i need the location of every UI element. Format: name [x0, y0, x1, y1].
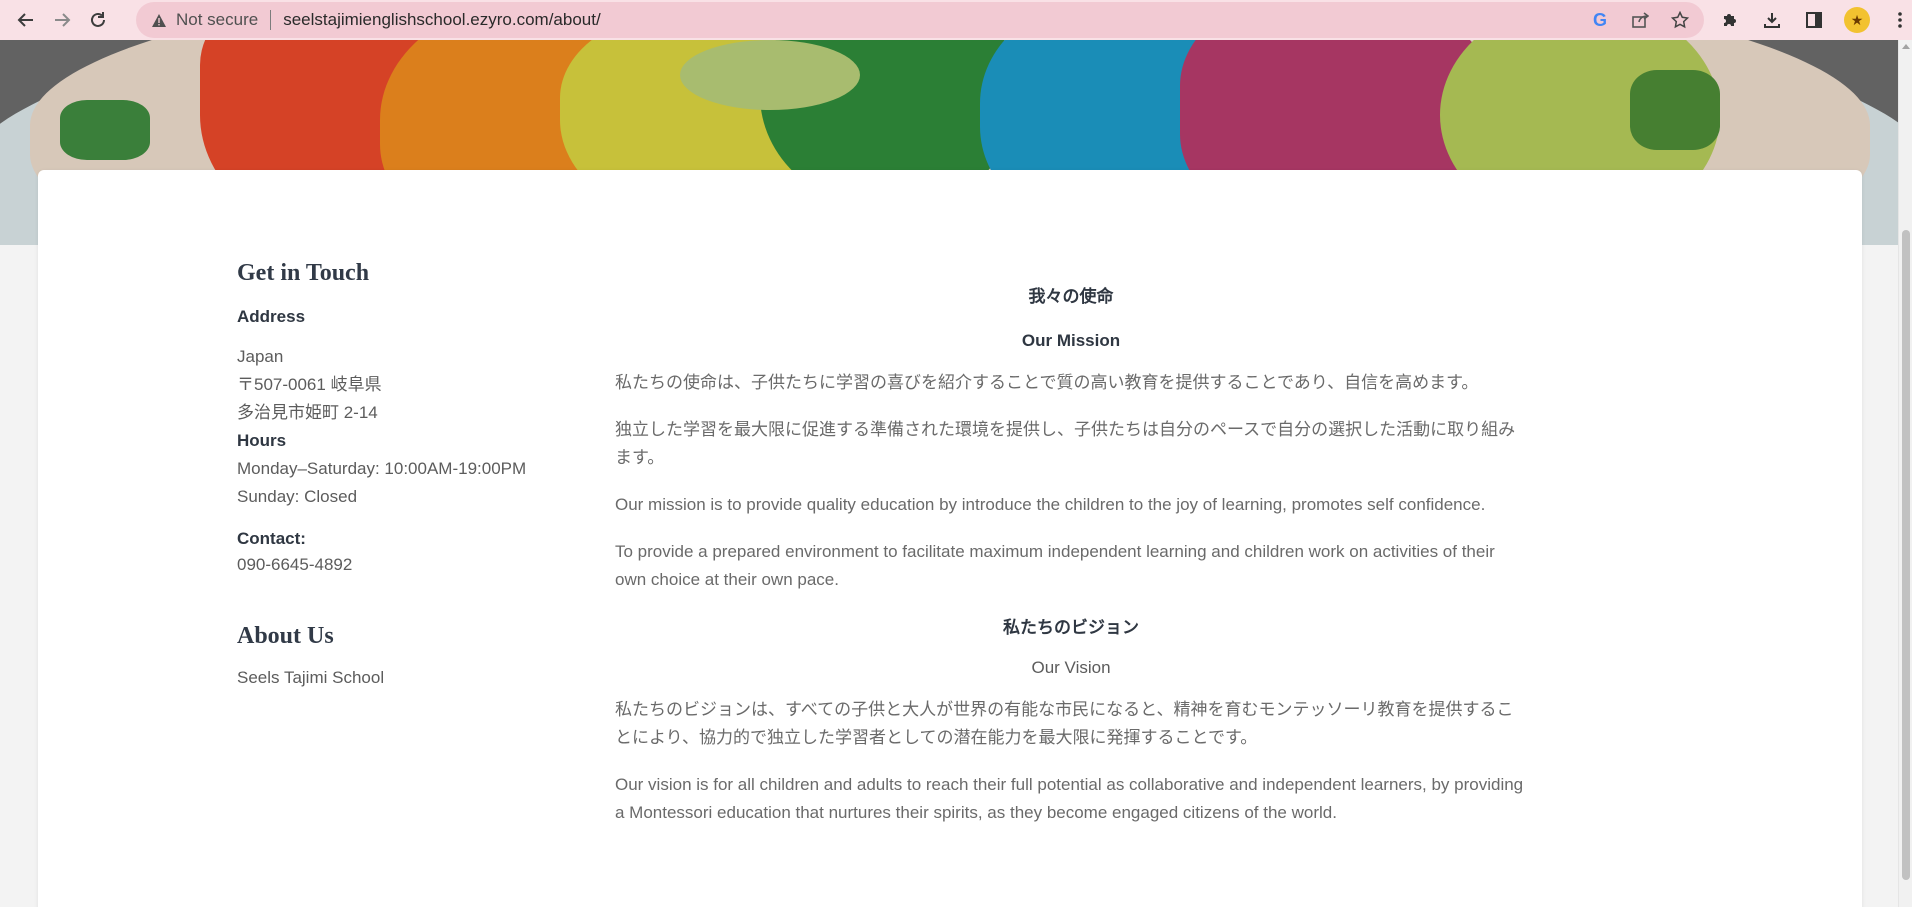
not-secure-label[interactable]: Not secure [176, 10, 258, 30]
forward-arrow-icon[interactable] [44, 2, 80, 38]
hours-label: Hours [237, 431, 287, 450]
mission-para1-en: Our mission is to provide quality educat… [615, 495, 1486, 514]
mission-heading-en: Our Mission [1021, 331, 1121, 350]
url-text[interactable]: seelstajimienglishschool.ezyro.com/about… [283, 10, 601, 30]
mission-para1-ja: 私たちの使命は、子供たちに学習の喜びを紹介することで質の高い教育を提供することで… [615, 373, 1479, 392]
mission-vision-section: 我々の使命 Our Mission 私たちの使命は、子供たちに学習の喜びを紹介す… [615, 282, 1527, 827]
reload-icon[interactable] [80, 2, 116, 38]
warning-icon [150, 11, 168, 29]
extensions-puzzle-icon[interactable] [1718, 8, 1742, 32]
google-lens-icon[interactable]: G [1588, 8, 1612, 32]
scroll-up-icon[interactable] [1902, 44, 1910, 49]
download-icon[interactable] [1760, 8, 1784, 32]
mission-para2-en: To provide a prepared environment to fac… [615, 542, 1495, 589]
profile-avatar-icon[interactable]: ★ [1844, 7, 1870, 33]
page-scrollbar[interactable] [1898, 40, 1912, 907]
address-postal: 〒507-0061 岐阜県 [237, 375, 382, 394]
contact-label: Contact: [237, 529, 306, 548]
phone-number[interactable]: 090-6645-4892 [237, 551, 577, 579]
address-street: 多治見市姫町 2-14 [237, 403, 378, 422]
address-country: Japan [237, 347, 284, 366]
back-arrow-icon[interactable] [8, 2, 44, 38]
divider [270, 10, 272, 30]
more-menu-icon[interactable] [1888, 8, 1912, 32]
scroll-thumb[interactable] [1902, 230, 1910, 880]
side-panel-icon[interactable] [1802, 8, 1826, 32]
vision-heading-ja: 私たちのビジョン [1003, 618, 1139, 637]
vision-para-en: Our vision is for all children and adult… [615, 775, 1524, 822]
vision-para-ja: 私たちのビジョンは、すべての子供と大人が世界の有能な市民になると、精神を育むモン… [615, 700, 1514, 747]
share-icon[interactable] [1628, 8, 1652, 32]
get-in-touch-heading: Get in Touch [237, 260, 370, 286]
hours-sunday: Sunday: Closed [237, 487, 358, 506]
star-bookmark-icon[interactable] [1668, 8, 1692, 32]
browser-toolbar: Not secure seelstajimienglishschool.ezyr… [0, 0, 1912, 40]
mission-heading-ja: 我々の使命 [1028, 287, 1114, 306]
mission-para2-ja: 独立した学習を最大限に促進する準備された環境を提供し、子供たちは自分のペースで自… [615, 420, 1516, 467]
address-label: Address [237, 307, 306, 326]
vision-heading-en: Our Vision [1031, 658, 1111, 677]
school-name: Seels Tajimi School [237, 668, 385, 687]
address-bar[interactable]: Not secure seelstajimienglishschool.ezyr… [136, 2, 1704, 38]
contact-sidebar: Get in Touch Address Japan 〒507-0061 岐阜県… [237, 260, 577, 692]
hours-weekday: Monday–Saturday: 10:00AM-19:00PM [237, 459, 527, 478]
about-us-heading: About Us [237, 623, 334, 649]
